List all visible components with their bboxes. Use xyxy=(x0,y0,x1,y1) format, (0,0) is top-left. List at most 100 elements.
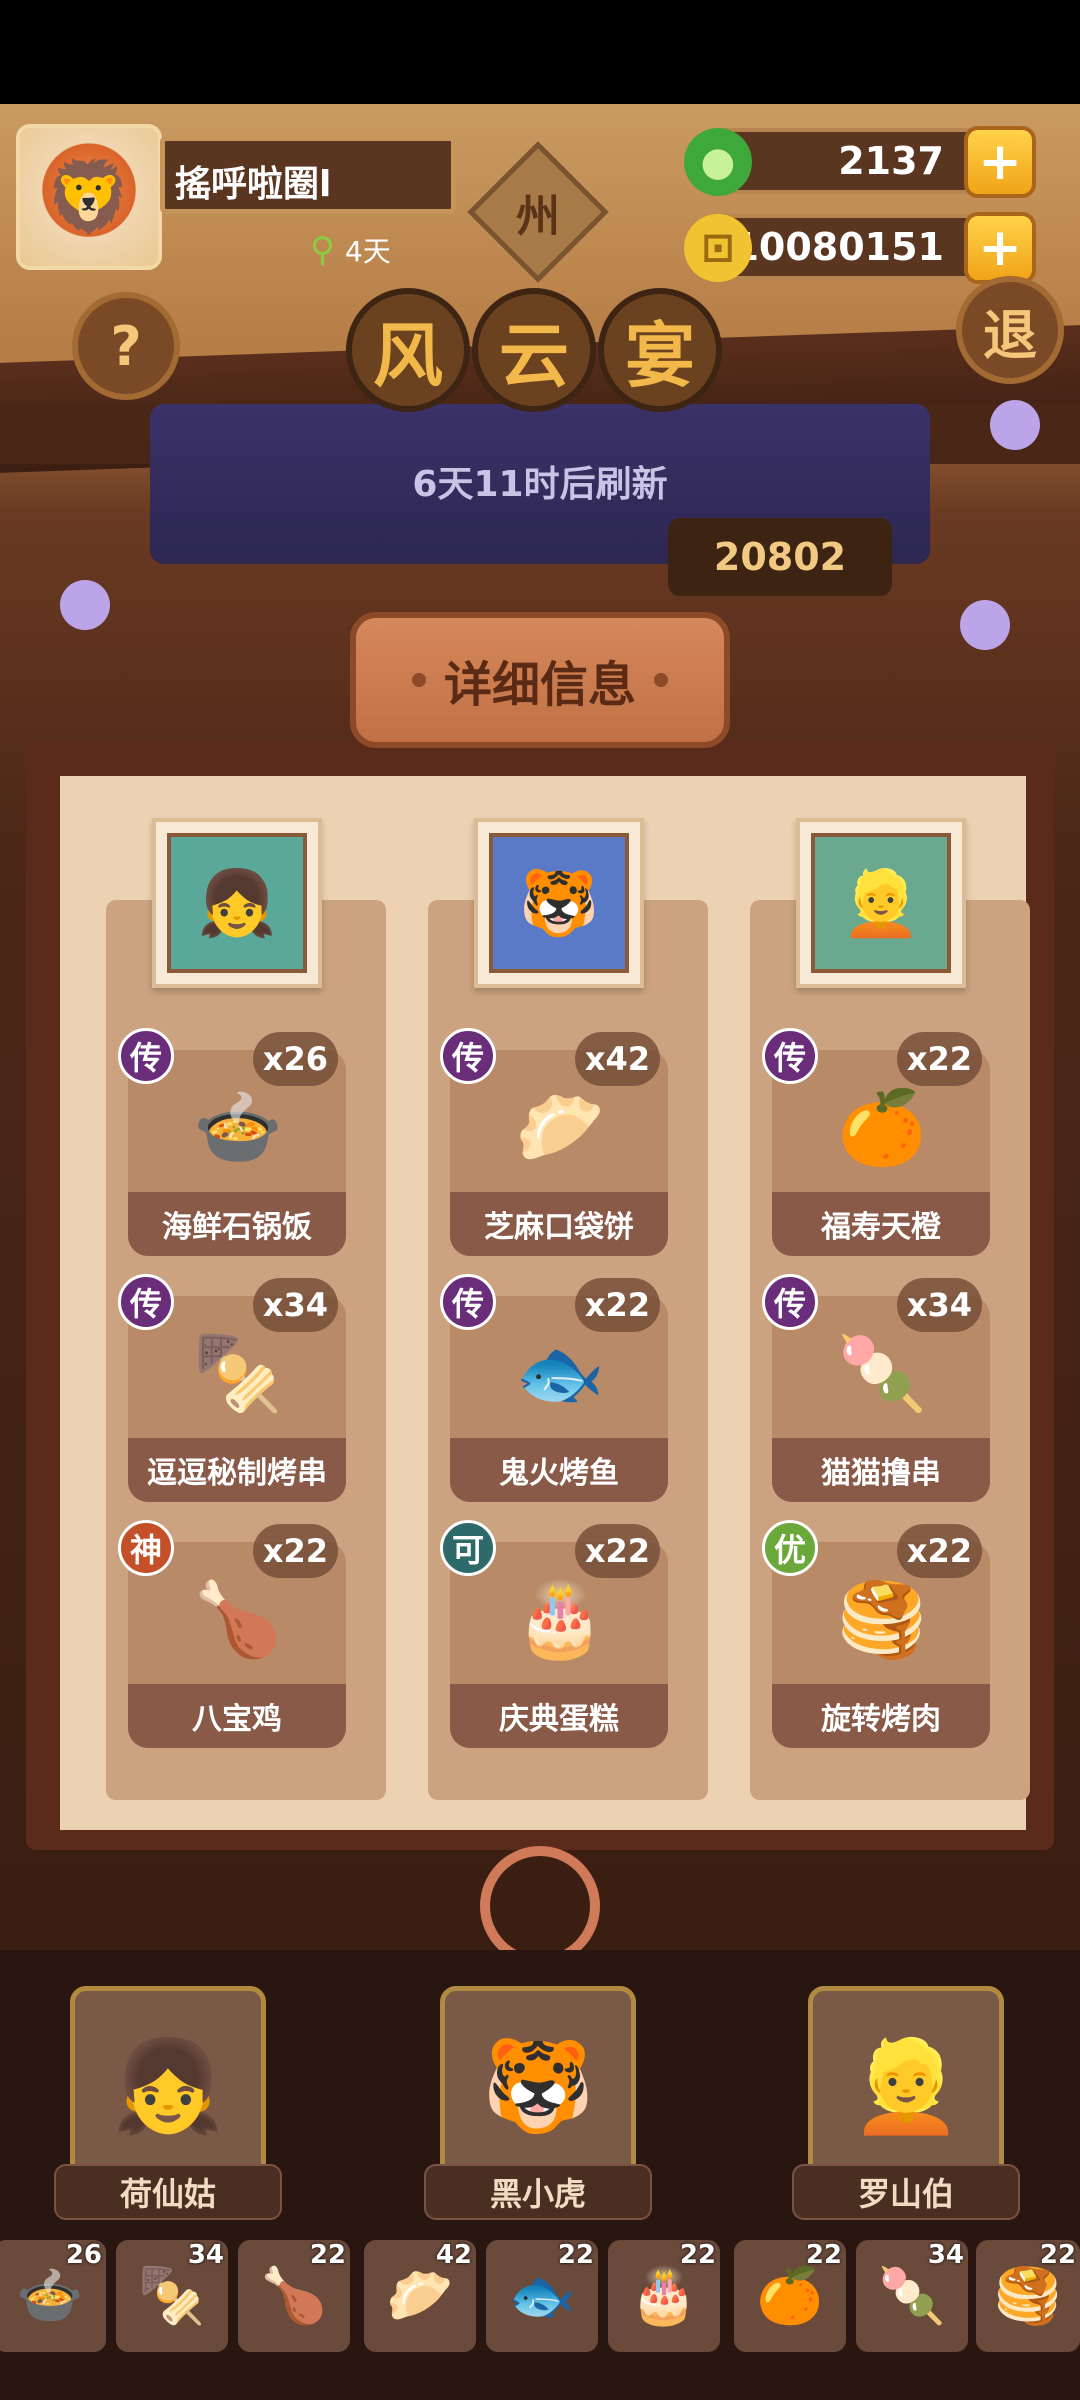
hero-name-1: 荷仙姑 xyxy=(54,2164,282,2220)
hero-card-1[interactable]: 👧 xyxy=(70,1986,266,2186)
blond-hero-icon: 👱 xyxy=(849,2033,963,2139)
chef-portrait-2[interactable]: 🐯 xyxy=(474,818,644,988)
dish-card[interactable]: 🍗 神 x22 八宝鸡 xyxy=(118,1520,346,1748)
dish-icon: 🐟 xyxy=(508,2264,576,2327)
strip-slot[interactable]: 🍗 22 xyxy=(238,2240,350,2352)
add-jade-button[interactable]: + xyxy=(964,126,1036,198)
slot-count: 22 xyxy=(557,2240,594,2270)
event-title-char-1: 风 xyxy=(346,288,470,412)
dish-name: 福寿天橙 xyxy=(772,1192,990,1256)
slot-count: 22 xyxy=(1039,2240,1076,2270)
dish-icon: 🍢 xyxy=(138,2264,206,2327)
tiger-hero-icon: 🐯 xyxy=(481,2033,595,2139)
rank-badge: 传 xyxy=(762,1028,818,1084)
dish-count: x34 xyxy=(252,1278,338,1332)
dish-count: x22 xyxy=(896,1524,982,1578)
dish-icon: 🍲 xyxy=(16,2264,84,2327)
rank-badge: 可 xyxy=(440,1520,496,1576)
status-bar xyxy=(0,0,1080,104)
event-score: 20802 xyxy=(668,518,892,596)
hero-name-2: 黑小虎 xyxy=(424,2164,652,2220)
dish-card[interactable]: 🍊 传 x22 福寿天橙 xyxy=(762,1028,990,1256)
dot-decoration xyxy=(411,673,426,687)
dish-card[interactable]: 🥞 优 x22 旋转烤肉 xyxy=(762,1520,990,1748)
dish-icon: 🥞 xyxy=(994,2264,1062,2327)
coin-value: 10080151 xyxy=(732,225,944,269)
dish-name: 鬼火烤鱼 xyxy=(450,1438,668,1502)
key-icon: ⚲ xyxy=(310,230,335,270)
dish-name: 猫猫撸串 xyxy=(772,1438,990,1502)
flower-decoration xyxy=(990,400,1040,450)
dish-card[interactable]: 🐟 传 x22 鬼火烤鱼 xyxy=(440,1274,668,1502)
exit-button[interactable]: 退 xyxy=(956,276,1064,384)
dish-card[interactable]: 🍡 传 x34 猫猫撸串 xyxy=(762,1274,990,1502)
rank-badge: 传 xyxy=(440,1274,496,1330)
slot-count: 22 xyxy=(309,2240,346,2270)
slot-count: 42 xyxy=(435,2240,472,2270)
hero-name-3: 罗山伯 xyxy=(792,2164,1020,2220)
dish-count: x22 xyxy=(574,1278,660,1332)
flower-decoration xyxy=(60,580,110,630)
dish-name: 庆典蛋糕 xyxy=(450,1684,668,1748)
fairy-portrait-icon: 👧 xyxy=(167,833,307,973)
strip-slot[interactable]: 🍊 22 xyxy=(734,2240,846,2352)
rank-badge: 传 xyxy=(440,1028,496,1084)
help-button[interactable]: ? xyxy=(72,292,180,400)
slot-count: 22 xyxy=(805,2240,842,2270)
strip-slot[interactable]: 🍲 26 xyxy=(0,2240,106,2352)
strip-slot[interactable]: 🎂 22 xyxy=(608,2240,720,2352)
dish-icon: 🎂 xyxy=(630,2264,698,2327)
add-coin-button[interactable]: + xyxy=(964,212,1036,284)
detail-info-button[interactable]: 详细信息 xyxy=(350,612,730,748)
dish-strip: 🍲 26 🍢 34 🍗 22 🥟 42 🐟 22 🎂 22 🍊 22 🍡 34 🥞 22 xyxy=(0,2240,1080,2360)
chef-portrait-1[interactable]: 👧 xyxy=(152,818,322,988)
strip-slot[interactable]: 🥟 42 xyxy=(364,2240,476,2352)
dish-count: x22 xyxy=(574,1524,660,1578)
dot-decoration xyxy=(654,673,668,687)
dish-name: 八宝鸡 xyxy=(128,1684,346,1748)
dish-name: 逗逗秘制烤串 xyxy=(128,1438,346,1502)
slot-count: 26 xyxy=(65,2240,102,2270)
chef-portrait-3[interactable]: 👱 xyxy=(796,818,966,988)
hero-card-2[interactable]: 🐯 xyxy=(440,1986,636,2186)
dish-card[interactable]: 🥟 传 x42 芝麻口袋饼 xyxy=(440,1028,668,1256)
dish-count: x34 xyxy=(896,1278,982,1332)
dish-icon: 🍡 xyxy=(878,2264,946,2327)
hero-card-3[interactable]: 👱 xyxy=(808,1986,1004,2186)
dish-card[interactable]: 🍢 传 x34 逗逗秘制烤串 xyxy=(118,1274,346,1502)
strip-slot[interactable]: 🍢 34 xyxy=(116,2240,228,2352)
dish-icon: 🍗 xyxy=(260,2264,328,2327)
player-name: 搖呼啦圈l xyxy=(160,136,456,214)
rank-badge: 传 xyxy=(118,1028,174,1084)
strip-slot[interactable]: 🐟 22 xyxy=(486,2240,598,2352)
strip-slot[interactable]: 🥞 22 xyxy=(976,2240,1080,2352)
slot-count: 34 xyxy=(927,2240,964,2270)
event-title-char-2: 云 xyxy=(472,288,596,412)
rank-badge: 优 xyxy=(762,1520,818,1576)
dish-name: 芝麻口袋饼 xyxy=(450,1192,668,1256)
knot-decoration xyxy=(480,1846,600,1966)
dish-count: x26 xyxy=(252,1032,338,1086)
strip-slot[interactable]: 🍡 34 xyxy=(856,2240,968,2352)
dish-name: 海鲜石锅饭 xyxy=(128,1192,346,1256)
help-label: ? xyxy=(110,314,142,378)
dish-card[interactable]: 🎂 可 x22 庆典蛋糕 xyxy=(440,1520,668,1748)
jade-currency: ● 2137 + xyxy=(684,126,1036,198)
rank-badge: 传 xyxy=(118,1274,174,1330)
player-avatar[interactable]: 🦁 xyxy=(16,124,162,270)
coin-icon: ⊡ xyxy=(684,214,752,282)
jade-icon: ● xyxy=(684,128,752,196)
dish-card[interactable]: 🍲 传 x26 海鲜石锅饭 xyxy=(118,1028,346,1256)
refresh-timer: 6天11时后刷新 xyxy=(412,464,668,505)
jade-value: 2137 xyxy=(838,139,944,183)
detail-info-label: 详细信息 xyxy=(443,657,636,713)
dish-icon: 🥟 xyxy=(386,2264,454,2327)
exit-label: 退 xyxy=(983,303,1037,367)
days-indicator: ⚲ 4天 xyxy=(310,230,391,270)
dish-count: x22 xyxy=(896,1032,982,1086)
blond-portrait-icon: 👱 xyxy=(811,833,951,973)
rank-badge: 神 xyxy=(118,1520,174,1576)
fairy-hero-icon: 👧 xyxy=(111,2033,225,2139)
tiger-portrait-icon: 🐯 xyxy=(489,833,629,973)
slot-count: 34 xyxy=(187,2240,224,2270)
